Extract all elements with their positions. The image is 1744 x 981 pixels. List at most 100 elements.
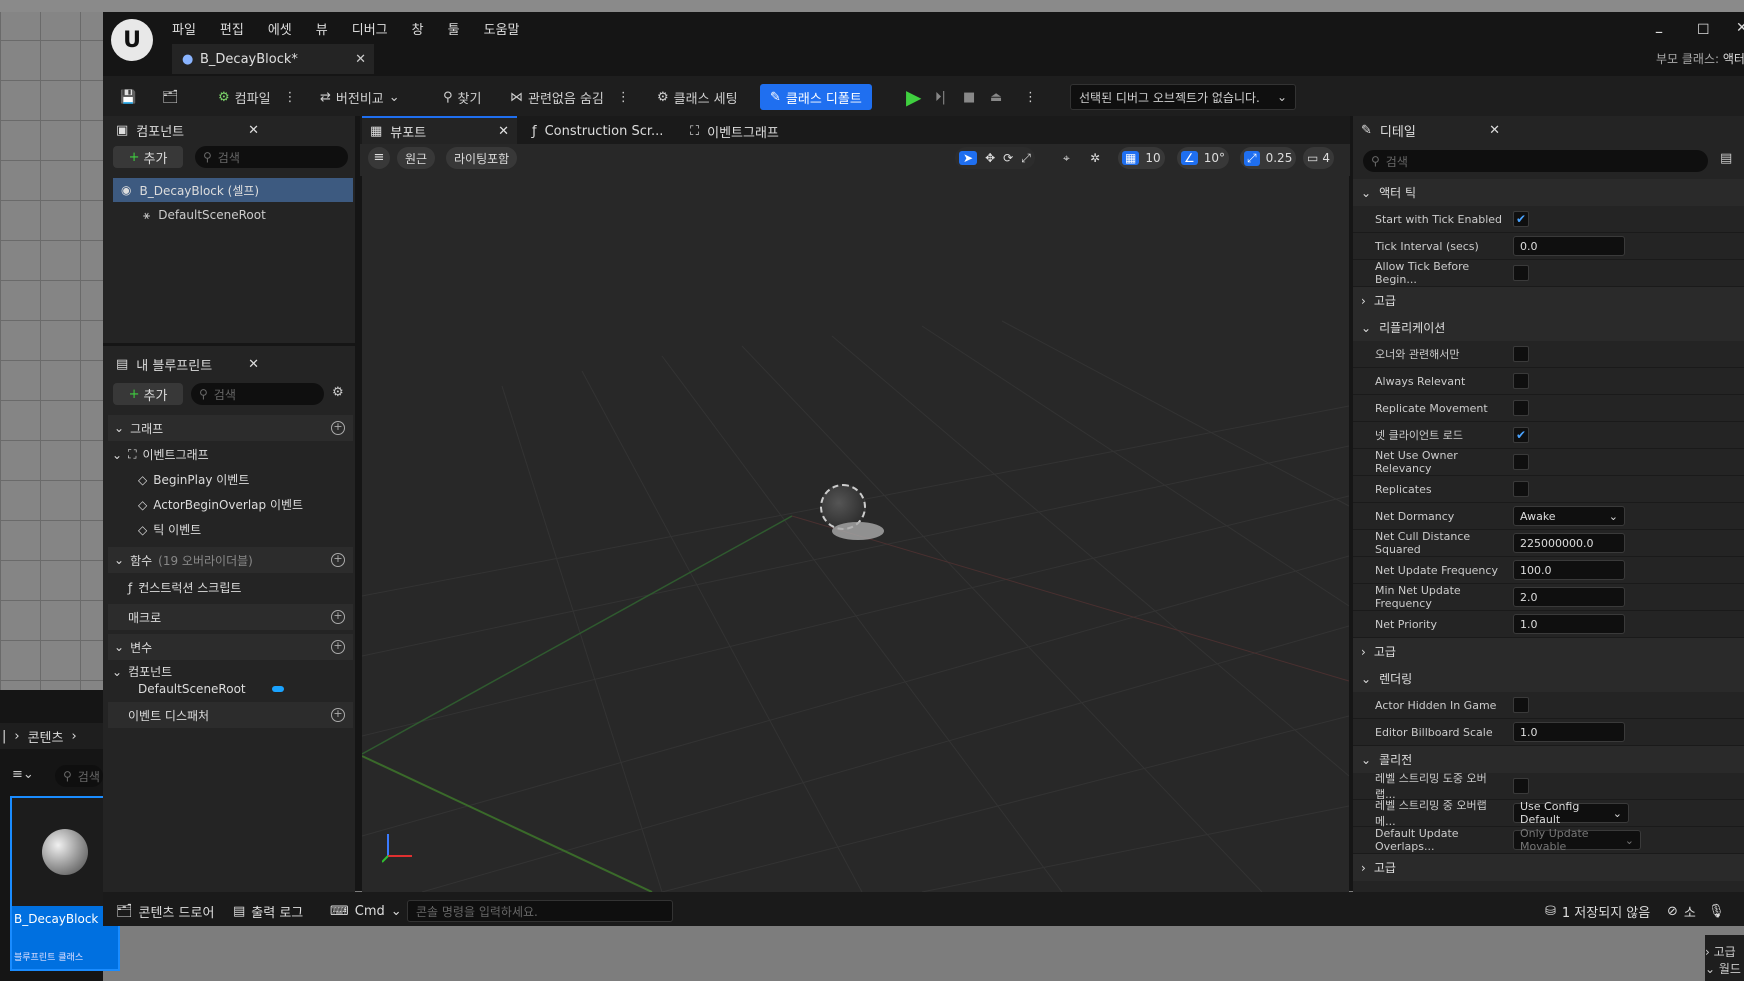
details-section[interactable]: ⌄ 렌더링 (1353, 665, 1744, 692)
rotate-icon[interactable]: ⟳ (1003, 151, 1013, 165)
details-section[interactable]: ⌄ 콜리전 (1353, 746, 1744, 773)
close-tab-icon[interactable]: ✕ (498, 124, 509, 139)
components-add-button[interactable]: + 추가 (113, 146, 183, 168)
event-item[interactable]: ◇ 틱 이벤트 (138, 521, 201, 538)
output-log-button[interactable]: ▤ 출력 로그 (233, 900, 303, 922)
unreal-logo-icon[interactable]: U (111, 19, 153, 61)
close-my-blueprint-icon[interactable]: ✕ (248, 357, 259, 372)
viewport-menu-icon[interactable]: ≡ (368, 147, 390, 169)
details-section[interactable]: ⌄ 액터 틱 (1353, 179, 1744, 206)
property-matrix-icon[interactable]: ▤ (1720, 151, 1732, 166)
property-input[interactable]: 225000000.0 (1513, 533, 1625, 553)
components-search[interactable]: ⚲ 검색 (195, 146, 348, 168)
lit-mode-button[interactable]: 라이팅포함 (446, 147, 518, 169)
camera-speed-button[interactable]: ▭ 4 (1303, 147, 1334, 169)
property-checkbox[interactable] (1513, 481, 1529, 497)
close-components-icon[interactable]: ✕ (248, 123, 259, 138)
my-blueprint-tab[interactable]: ▤ 내 블루프린트 ✕ (110, 350, 265, 378)
add-dispatcher-icon[interactable]: + (331, 708, 345, 722)
menu-window[interactable]: 창 (412, 19, 424, 38)
scale-icon[interactable]: ⤢ (1021, 151, 1031, 166)
close-window-icon[interactable]: ✕ (1736, 20, 1744, 36)
details-section[interactable]: › 고급 (1353, 638, 1744, 665)
document-tab[interactable]: ● B_DecayBlock* ✕ (172, 44, 374, 74)
details-section[interactable]: ⌄ 리플리케이션 (1353, 314, 1744, 341)
construction-script-item[interactable]: ƒ 컨스트럭션 스크립트 (128, 579, 241, 596)
close-tab-icon[interactable]: ✕ (355, 52, 366, 67)
property-checkbox[interactable] (1513, 373, 1529, 389)
console-input[interactable]: 콘솔 명령을 입력하세요. (407, 900, 673, 922)
maximize-icon[interactable]: ☐ (1697, 22, 1710, 38)
settings-gear-icon[interactable]: ⚙ (332, 385, 344, 400)
play-icon[interactable]: ▶ (906, 84, 921, 110)
content-breadcrumb[interactable]: 콘텐츠 (28, 727, 64, 746)
menu-view[interactable]: 뷰 (316, 19, 328, 38)
filter-icon[interactable]: ≡⌄ (12, 767, 42, 787)
variables-components-group[interactable]: ⌄ 컴포넌트 (112, 663, 172, 680)
property-checkbox[interactable] (1513, 778, 1529, 794)
my-blueprint-add-button[interactable]: + 추가 (113, 383, 183, 405)
property-checkbox[interactable]: ✔ (1513, 427, 1529, 443)
world-local-icon[interactable]: ⌖ (1055, 147, 1078, 169)
step-icon[interactable]: ⏵| (935, 84, 946, 110)
tab-event-graph[interactable]: ⛶ 이벤트그래프 (690, 121, 779, 141)
surface-snap-icon[interactable]: ✲ (1082, 147, 1108, 169)
details-section[interactable]: › 고급 (1353, 854, 1744, 881)
menu-help[interactable]: 도움말 (484, 19, 520, 38)
add-variable-icon[interactable]: + (331, 640, 345, 654)
tab-viewport[interactable]: ▦ 뷰포트 ✕ (362, 116, 517, 144)
component-child-item[interactable]: ⚹ DefaultSceneRoot (143, 205, 266, 225)
eject-icon[interactable]: ⏏ (990, 84, 1002, 110)
details-search[interactable]: ⚲ 검색 (1363, 150, 1708, 172)
add-graph-icon[interactable]: + (331, 421, 345, 435)
graphs-section[interactable]: ⌄ 그래프 + (108, 415, 353, 441)
details-tab[interactable]: ✎ 디테일 ✕ (1353, 116, 1508, 144)
source-control-button[interactable]: ⊘ 소 (1667, 900, 1696, 922)
viewport-canvas[interactable] (362, 176, 1349, 892)
select-icon[interactable]: ➤ (959, 151, 978, 165)
save-icon[interactable]: 💾 (120, 84, 136, 110)
menu-tools[interactable]: 툴 (448, 19, 460, 38)
stop-icon[interactable]: ■ (963, 84, 975, 110)
property-dropdown[interactable]: Only Update Movable ⌄ (1513, 827, 1641, 853)
move-icon[interactable]: ✥ (985, 151, 995, 165)
property-input[interactable]: 0.0 (1513, 236, 1625, 256)
event-item[interactable]: ◇ BeginPlay 이벤트 (138, 471, 249, 488)
parent-class-value[interactable]: 액터 (1723, 52, 1744, 66)
property-checkbox[interactable] (1513, 697, 1529, 713)
property-checkbox[interactable] (1513, 454, 1529, 470)
browse-icon[interactable]: 🗂 (162, 84, 179, 110)
property-checkbox[interactable] (1513, 265, 1529, 281)
property-checkbox[interactable] (1513, 346, 1529, 362)
menu-file[interactable]: 파일 (172, 19, 196, 38)
class-settings-button[interactable]: ⚙ 클래스 세팅 (657, 84, 738, 110)
grid-snap-button[interactable]: ▦ 10 (1118, 147, 1165, 169)
menu-asset[interactable]: 에셋 (268, 19, 292, 38)
property-input[interactable]: 1.0 (1513, 722, 1625, 742)
perspective-button[interactable]: 원근 (397, 147, 436, 169)
microphone-icon[interactable]: 🎙 (1708, 900, 1725, 922)
variable-item[interactable]: DefaultSceneRoot (138, 682, 284, 696)
functions-section[interactable]: ⌄ 함수 (19 오버라이더블) + (108, 547, 353, 573)
property-input[interactable]: 100.0 (1513, 560, 1625, 580)
details-section[interactable]: › 고급 (1353, 287, 1744, 314)
variables-section[interactable]: ⌄ 변수 + (108, 634, 353, 660)
property-input[interactable]: 1.0 (1513, 614, 1625, 634)
event-graph-item[interactable]: ⌄ ⛶ 이벤트그래프 (112, 446, 209, 463)
property-checkbox[interactable] (1513, 400, 1529, 416)
component-root-item[interactable]: ◉ B_DecayBlock (셀프) (113, 178, 353, 202)
add-function-icon[interactable]: + (331, 553, 345, 567)
find-button[interactable]: ⚲ 찾기 (443, 84, 481, 110)
tab-construction-script[interactable]: ƒ Construction Scr... (532, 121, 663, 141)
event-dispatchers-section[interactable]: 이벤트 디스패처 + (108, 702, 353, 728)
menu-edit[interactable]: 편집 (220, 19, 244, 38)
unsaved-button[interactable]: ⛁ 1 저장되지 않음 (1545, 900, 1650, 922)
property-dropdown[interactable]: Use Config Default ⌄ (1513, 800, 1629, 826)
add-macro-icon[interactable]: + (331, 610, 345, 624)
cmd-dropdown[interactable]: ⌨ Cmd ⌄ (330, 900, 402, 922)
hide-unrelated-button[interactable]: ⋈ 관련없음 숨김 ⋮ (510, 84, 630, 110)
event-item[interactable]: ◇ ActorBeginOverlap 이벤트 (138, 496, 303, 513)
property-checkbox[interactable]: ✔ (1513, 211, 1529, 227)
rotation-snap-button[interactable]: ∠ 10° (1177, 147, 1230, 169)
property-input[interactable]: 2.0 (1513, 587, 1625, 607)
